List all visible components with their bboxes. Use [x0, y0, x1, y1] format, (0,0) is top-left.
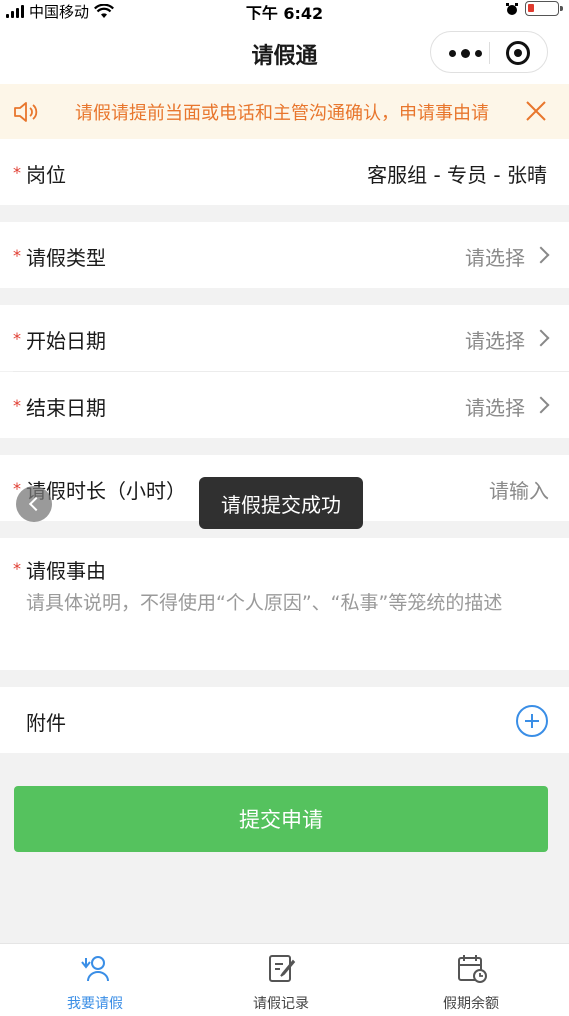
leave-type-label: 请假类型 [26, 246, 106, 270]
notice-bar: 请假请提前当面或电话和主管沟通确认，申请事由请 [0, 84, 569, 139]
toast-message: 请假提交成功 [199, 477, 363, 529]
start-date-row[interactable]: * 开始日期 请选择 [0, 305, 569, 371]
tab-apply-leave[interactable]: 我要请假 [0, 944, 190, 1016]
chevron-right-icon [532, 396, 550, 414]
end-date-picker[interactable]: 请选择 [465, 392, 525, 421]
required-asterisk: * [13, 559, 21, 578]
chevron-right-icon [532, 329, 550, 347]
required-asterisk: * [13, 396, 21, 415]
tab-leave-balance[interactable]: 假期余额 [376, 944, 566, 1016]
tab-label: 我要请假 [67, 996, 123, 1012]
chevron-right-icon [532, 246, 550, 264]
user-leave-icon [81, 956, 109, 982]
add-attachment-button[interactable] [516, 705, 548, 737]
close-icon[interactable] [524, 99, 548, 123]
leave-type-row[interactable]: * 请假类型 请选择 [0, 222, 569, 288]
close-miniprogram-icon[interactable] [506, 41, 530, 65]
back-icon[interactable] [16, 486, 52, 522]
tab-bar: 我要请假 请假记录 假期余额 [0, 943, 569, 1016]
status-bar: 中国移动 下午 6:42 [0, 0, 569, 23]
end-date-row[interactable]: * 结束日期 请选择 [0, 372, 569, 438]
tab-leave-records[interactable]: 请假记录 [186, 944, 376, 1016]
required-asterisk: * [13, 246, 21, 265]
start-date-label: 开始日期 [26, 329, 106, 353]
reason-textarea[interactable]: 请具体说明，不得使用“个人原因”、“私事”等笼统的描述 [26, 590, 551, 616]
required-asterisk: * [13, 163, 21, 182]
speaker-icon [14, 102, 38, 122]
more-icon[interactable] [449, 49, 482, 58]
notice-text: 请假请提前当面或电话和主管沟通确认，申请事由请 [75, 103, 489, 124]
position-value: 客服组 - 专员 - 张晴 [367, 163, 547, 187]
battery-icon [525, 1, 563, 16]
submit-button[interactable]: 提交申请 [14, 786, 548, 852]
attachment-row: 附件 [0, 687, 569, 753]
required-asterisk: * [13, 329, 21, 348]
edit-record-icon [269, 955, 296, 982]
attachment-label: 附件 [26, 711, 66, 735]
start-date-picker[interactable]: 请选择 [465, 325, 525, 354]
position-label: 岗位 [26, 163, 66, 187]
tab-label: 假期余额 [443, 996, 499, 1012]
nav-bar: 请假通 [0, 20, 569, 84]
alarm-icon [506, 2, 518, 15]
reason-label: 请假事由 [26, 559, 106, 583]
position-row: * 岗位 客服组 - 专员 - 张晴 [0, 139, 569, 205]
calendar-clock-icon [458, 955, 487, 983]
reason-row: * 请假事由 请具体说明，不得使用“个人原因”、“私事”等笼统的描述 [0, 538, 569, 670]
duration-input[interactable]: 请输入 [489, 475, 549, 504]
leave-type-picker[interactable]: 请选择 [465, 242, 525, 271]
end-date-label: 结束日期 [26, 396, 106, 420]
tab-label: 请假记录 [253, 996, 309, 1012]
miniprogram-capsule [430, 31, 548, 73]
